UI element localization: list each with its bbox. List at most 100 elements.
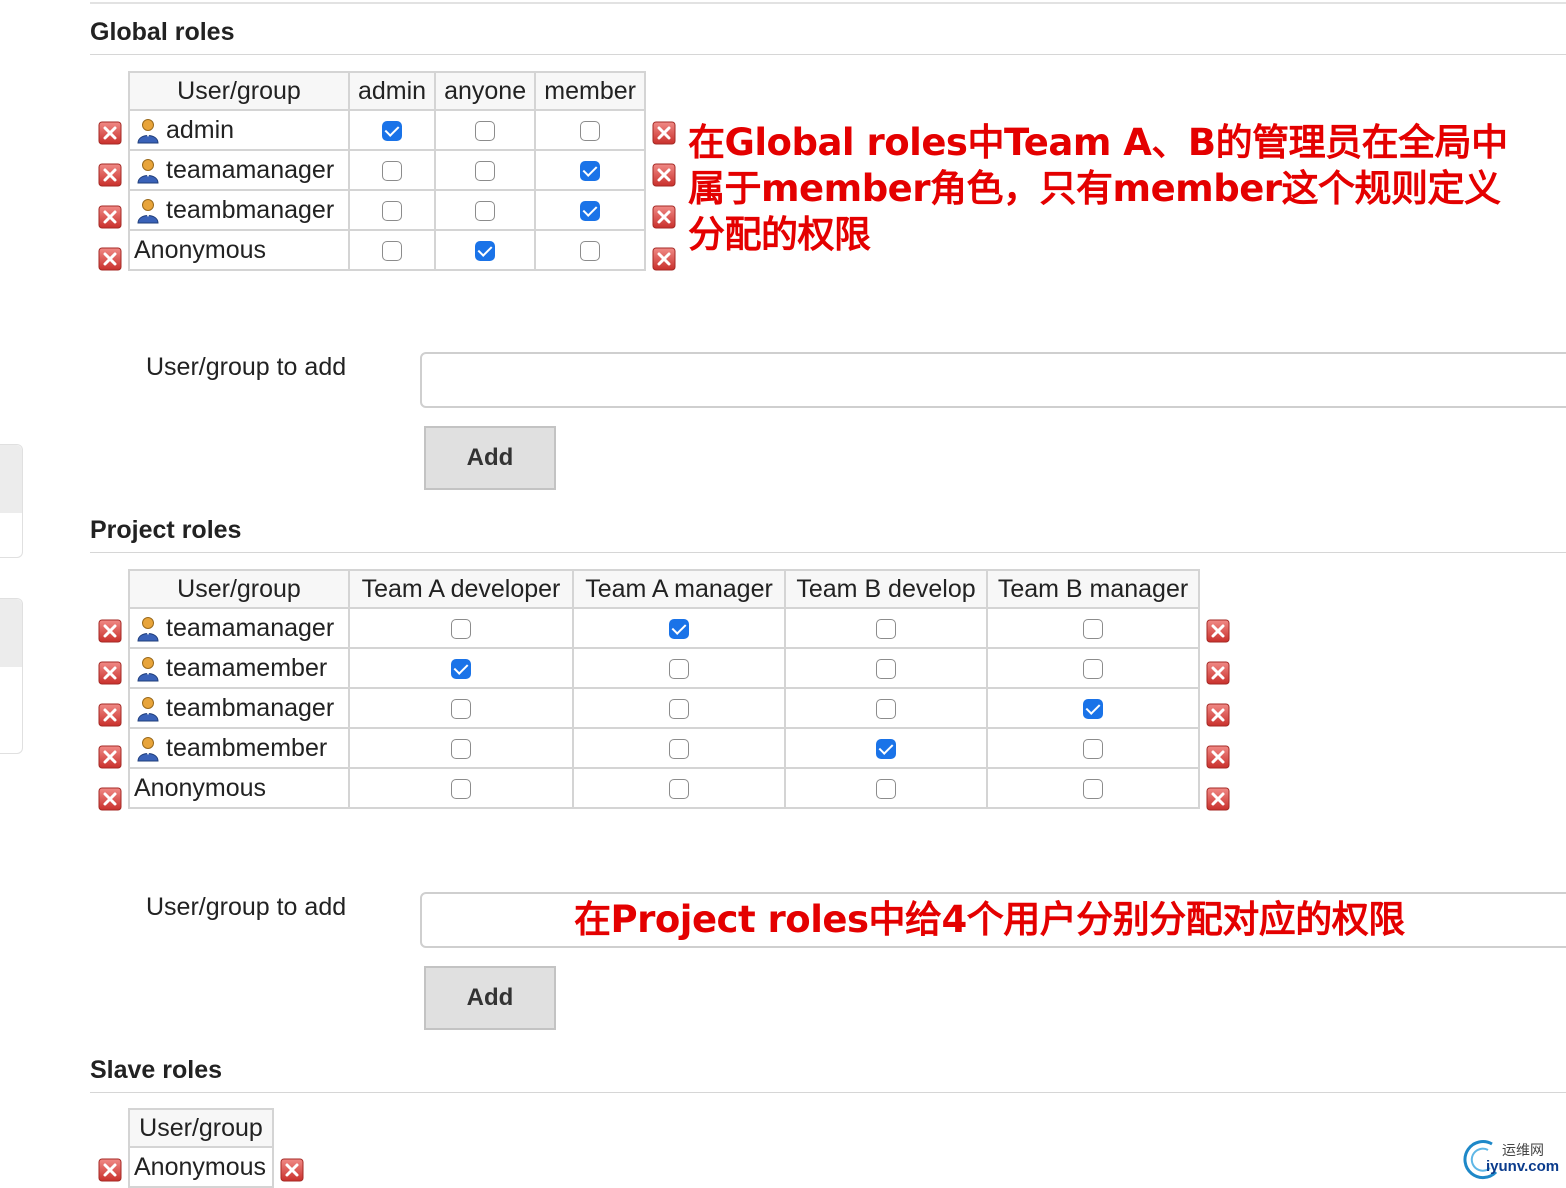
permission-checkbox[interactable]	[669, 738, 689, 759]
delete-row-icon[interactable]	[98, 247, 122, 271]
global-annotation-line-2: 属于member角色，只有member这个规则定义	[688, 167, 1501, 210]
user-cell: Anonymous	[128, 229, 350, 271]
delete-row-icon[interactable]	[1206, 703, 1230, 727]
checkbox-cell	[572, 727, 786, 769]
permission-checkbox[interactable]	[475, 120, 496, 141]
user-icon	[134, 656, 162, 682]
permission-checkbox[interactable]	[669, 618, 689, 639]
permission-checkbox[interactable]	[876, 658, 896, 679]
checkbox-cell	[784, 687, 988, 729]
permission-checkbox[interactable]	[451, 698, 471, 719]
permission-checkbox[interactable]	[669, 778, 689, 799]
permission-checkbox[interactable]	[451, 778, 471, 799]
permission-checkbox[interactable]	[1083, 658, 1103, 679]
user-cell: admin	[128, 109, 350, 151]
checkbox-cell	[434, 149, 537, 191]
permission-checkbox[interactable]	[876, 618, 896, 639]
permission-checkbox[interactable]	[580, 120, 601, 141]
checkbox-cell	[434, 109, 537, 151]
project-add-label: User/group to add	[146, 893, 347, 921]
checkbox-cell	[434, 189, 537, 231]
permission-checkbox[interactable]	[580, 200, 601, 221]
delete-row-icon[interactable]	[98, 205, 122, 229]
table-row: admin	[128, 109, 647, 151]
checkbox-cell	[347, 149, 437, 191]
permission-checkbox[interactable]	[382, 200, 403, 221]
permission-checkbox[interactable]	[876, 778, 896, 799]
permission-checkbox[interactable]	[580, 240, 601, 261]
delete-row-icon[interactable]	[652, 247, 676, 271]
delete-row-icon[interactable]	[280, 1158, 304, 1182]
delete-row-icon[interactable]	[98, 661, 122, 685]
user-cell: teambmember	[128, 727, 350, 769]
checkbox-cell	[348, 607, 574, 649]
checkbox-cell	[534, 149, 647, 191]
checkbox-cell	[986, 687, 1200, 729]
global-add-button[interactable]: Add	[424, 426, 556, 490]
user-icon	[134, 736, 162, 762]
permission-checkbox[interactable]	[669, 658, 689, 679]
slave-roles-divider	[90, 1092, 1566, 1093]
permission-checkbox[interactable]	[451, 738, 471, 759]
checkbox-cell	[572, 607, 786, 649]
permission-checkbox[interactable]	[669, 698, 689, 719]
delete-row-icon[interactable]	[98, 619, 122, 643]
delete-row-icon[interactable]	[98, 1158, 122, 1182]
delete-row-icon[interactable]	[1206, 745, 1230, 769]
permission-checkbox[interactable]	[876, 698, 896, 719]
checkbox-cell	[434, 229, 537, 271]
delete-row-icon[interactable]	[98, 163, 122, 187]
user-name: teamamanager	[166, 155, 335, 184]
table-row: Anonymous	[128, 1146, 274, 1188]
user-icon	[134, 158, 162, 184]
user-name: teamamanager	[166, 613, 335, 642]
delete-row-icon[interactable]	[98, 703, 122, 727]
table-row: teambmanager	[128, 687, 1200, 729]
permission-checkbox[interactable]	[382, 120, 403, 141]
permission-checkbox[interactable]	[475, 160, 496, 181]
table-row: teamamember	[128, 647, 1200, 689]
permission-checkbox[interactable]	[475, 240, 496, 261]
project-add-button[interactable]: Add	[424, 966, 556, 1030]
user-cell: teamamanager	[128, 607, 350, 649]
permission-checkbox[interactable]	[451, 658, 471, 679]
delete-row-icon[interactable]	[98, 121, 122, 145]
checkbox-cell	[784, 647, 988, 689]
table-row: Anonymous	[128, 767, 1200, 809]
permission-checkbox[interactable]	[382, 240, 403, 261]
user-cell: Anonymous	[128, 1146, 274, 1188]
delete-row-icon[interactable]	[652, 121, 676, 145]
project_roles-col-header-2: Team A manager	[572, 569, 786, 609]
delete-row-icon[interactable]	[98, 787, 122, 811]
side-tab-2[interactable]	[0, 598, 23, 754]
user-name: teambmanager	[166, 693, 335, 722]
permission-checkbox[interactable]	[1083, 698, 1103, 719]
checkbox-cell	[534, 229, 647, 271]
user-name: teambmanager	[166, 195, 335, 224]
delete-row-icon[interactable]	[98, 745, 122, 769]
delete-row-icon[interactable]	[652, 163, 676, 187]
permission-checkbox[interactable]	[1083, 618, 1103, 639]
user-cell: teamamember	[128, 647, 350, 689]
user-name: Anonymous	[134, 235, 267, 264]
side-tab-1[interactable]	[0, 444, 23, 558]
permission-checkbox[interactable]	[876, 738, 896, 759]
delete-row-icon[interactable]	[1206, 787, 1230, 811]
checkbox-cell	[784, 727, 988, 769]
global_roles-col-header-3: member	[534, 71, 647, 111]
delete-row-icon[interactable]	[1206, 619, 1230, 643]
table-row: teamamanager	[128, 607, 1200, 649]
permission-checkbox[interactable]	[1083, 738, 1103, 759]
permission-checkbox[interactable]	[580, 160, 601, 181]
permission-checkbox[interactable]	[475, 200, 496, 221]
global-annotation-line-1: 在Global roles中Team A、B的管理员在全局中	[688, 121, 1508, 164]
user-name: Anonymous	[134, 1152, 267, 1181]
project-roles-table: User/group Team A developer Team A manager…	[128, 569, 1200, 809]
checkbox-cell	[348, 687, 574, 729]
permission-checkbox[interactable]	[1083, 778, 1103, 799]
permission-checkbox[interactable]	[382, 160, 403, 181]
permission-checkbox[interactable]	[451, 618, 471, 639]
delete-row-icon[interactable]	[1206, 661, 1230, 685]
global-add-input[interactable]	[420, 352, 1566, 408]
delete-row-icon[interactable]	[652, 205, 676, 229]
